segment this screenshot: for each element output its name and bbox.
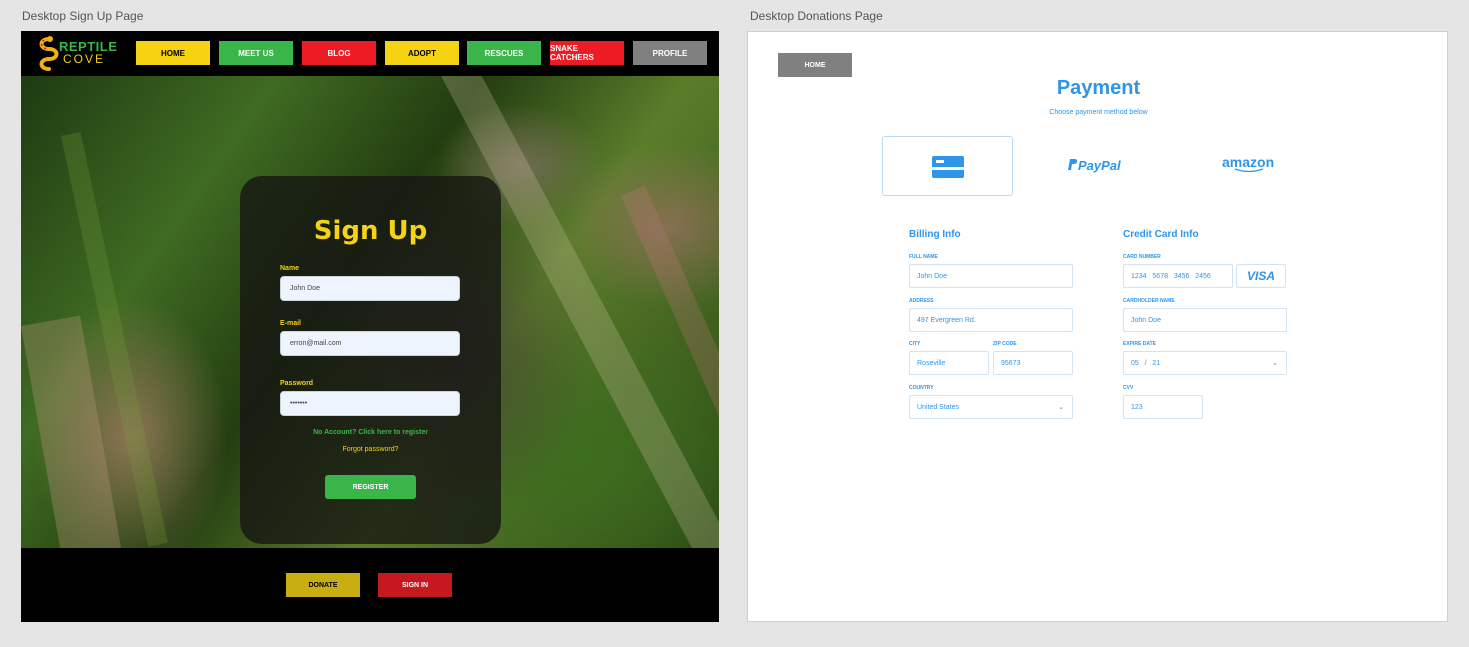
cvv-input[interactable]: 123 — [1123, 395, 1203, 419]
visa-label: VISA — [1246, 269, 1275, 283]
paypal-label: PayPal — [1078, 158, 1121, 173]
amazon-method[interactable]: amazon — [1222, 154, 1274, 173]
sign-in-button[interactable]: SIGN IN — [378, 573, 452, 597]
zip-code-label: ZIP CODE — [993, 341, 1017, 347]
cardholder-name-input[interactable]: John Doe — [1123, 308, 1287, 332]
nav-adopt-button[interactable]: ADOPT — [385, 41, 459, 65]
city-input[interactable]: Roseville — [909, 351, 989, 375]
nav-profile-button[interactable]: PROFILE — [633, 41, 707, 65]
home-button[interactable]: HOME — [778, 53, 852, 77]
expire-date-select[interactable]: 05 / 21 ⌄ — [1123, 351, 1287, 375]
paypal-method[interactable]: PayPal — [1068, 158, 1121, 173]
password-label: Password — [280, 380, 314, 387]
password-input[interactable]: ••••••• — [280, 391, 460, 416]
cvv-label: CVV — [1123, 385, 1134, 391]
forgot-password-link[interactable]: Forgot password? — [240, 446, 501, 453]
expire-date-label: EXPIRE DATE — [1123, 341, 1156, 347]
address-input[interactable]: 497 Evergreen Rd. — [909, 308, 1073, 332]
card-number-input[interactable]: 1234 5678 3456 2456 — [1123, 264, 1233, 288]
country-label: COUNTRY — [909, 385, 934, 391]
logo-text-cove: COVE — [63, 52, 106, 66]
credit-card-method[interactable] — [882, 136, 1013, 196]
email-label: E-mail — [280, 320, 302, 327]
payment-title: Payment — [1056, 77, 1141, 99]
donations-page: HOME Payment Choose payment method below… — [747, 31, 1448, 622]
register-link[interactable]: No Account? Click here to register — [240, 429, 501, 436]
country-select[interactable]: United States ⌄ — [909, 395, 1073, 419]
top-navigation: REPTILE COVE HOME MEET US BLOG ADOPT RES… — [21, 31, 719, 76]
amazon-smile-icon — [1234, 168, 1264, 173]
nav-snake-catchers-button[interactable]: SNAKE CATCHERS — [550, 41, 624, 65]
zip-code-input[interactable]: 95673 — [993, 351, 1073, 375]
credit-card-icon — [932, 156, 964, 178]
signup-card: Sign Up Name John Doe E-mail erron@mail.… — [240, 176, 501, 544]
chevron-down-icon: ⌄ — [1272, 360, 1278, 367]
card-number-label: CARD NUMBER — [1123, 254, 1161, 260]
name-label: Name — [280, 265, 300, 272]
nav-home-button[interactable]: HOME — [136, 41, 210, 65]
donations-artboard-label: Desktop Donations Page — [750, 9, 883, 23]
nav-meet-us-button[interactable]: MEET US — [219, 41, 293, 65]
paypal-icon — [1068, 159, 1078, 170]
signup-artboard-label: Desktop Sign Up Page — [22, 9, 144, 23]
reptile-cove-logo[interactable]: REPTILE COVE — [35, 36, 117, 72]
visa-badge: VISA — [1236, 264, 1286, 288]
donate-button[interactable]: DONATE — [286, 573, 360, 597]
expire-date-value: 05 / 21 — [1131, 359, 1161, 367]
lizard-hero-image: Sign Up Name John Doe E-mail erron@mail.… — [21, 76, 719, 548]
nav-blog-button[interactable]: BLOG — [302, 41, 376, 65]
full-name-input[interactable]: John Doe — [909, 264, 1073, 288]
signup-page: REPTILE COVE HOME MEET US BLOG ADOPT RES… — [21, 31, 719, 622]
credit-card-info-title: Credit Card Info — [1123, 229, 1199, 240]
address-label: ADDRESS — [909, 298, 934, 304]
billing-info-title: Billing Info — [909, 229, 961, 240]
nav-rescues-button[interactable]: RESCUES — [467, 41, 541, 65]
payment-subtitle: Choose payment method below — [1049, 109, 1148, 116]
name-input[interactable]: John Doe — [280, 276, 460, 301]
chevron-down-icon: ⌄ — [1058, 404, 1064, 411]
register-button[interactable]: REGISTER — [325, 475, 416, 499]
city-label: CITY — [909, 341, 921, 347]
country-value: United States — [917, 403, 960, 411]
full-name-label: FULL NAME — [909, 254, 938, 260]
cardholder-name-label: CARDHOLDER NAME — [1123, 298, 1175, 304]
signup-title: Sign Up — [313, 216, 428, 246]
email-input[interactable]: erron@mail.com — [280, 331, 460, 356]
